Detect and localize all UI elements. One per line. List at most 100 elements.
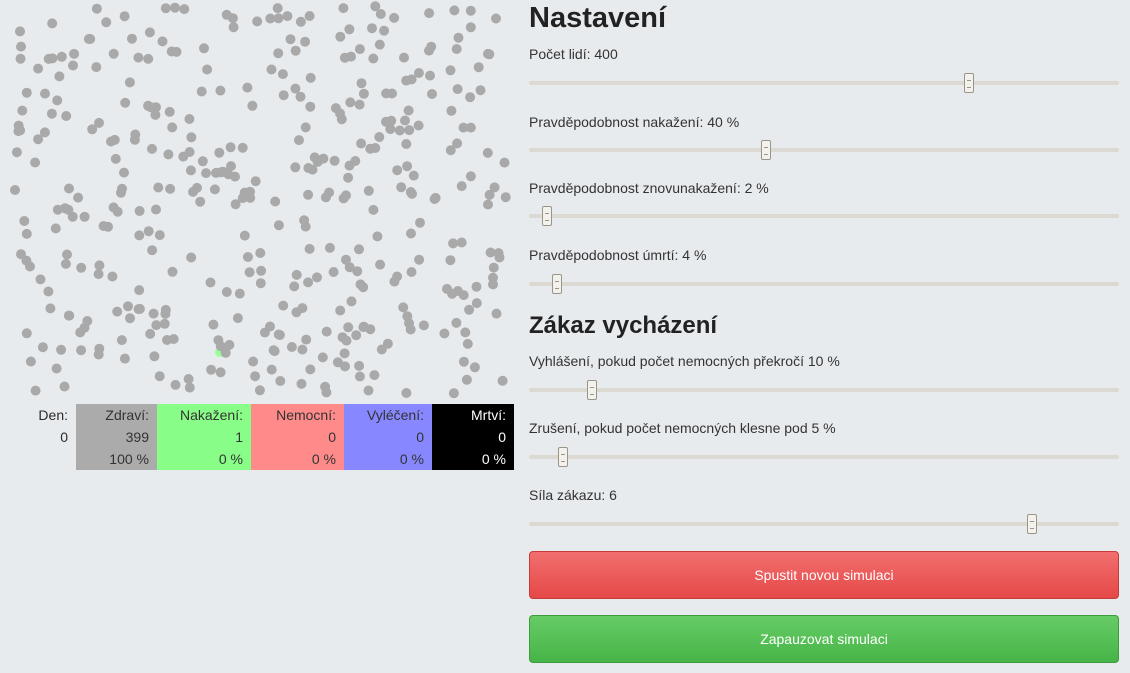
pause-simulation-button[interactable]: Zapauzovat simulaci <box>529 615 1119 663</box>
healthy-person-dot <box>339 348 350 359</box>
healthy-person-dot <box>68 60 78 71</box>
healthy-person-dot <box>123 301 133 312</box>
healthy-person-dot <box>217 166 228 177</box>
healthy-person-dot <box>232 313 243 324</box>
lockdown-start-slider-handle[interactable] <box>587 380 598 400</box>
healthy-person-dot <box>295 16 306 27</box>
healthy-person-dot <box>237 193 248 204</box>
healthy-person-dot <box>339 52 350 63</box>
lockdown-start-slider[interactable] <box>529 380 1119 400</box>
healthy-person-dot <box>389 12 400 23</box>
healthy-person-dot <box>239 230 250 241</box>
healthy-person-dot <box>405 324 416 335</box>
infection-probability-slider[interactable] <box>529 140 1119 160</box>
healthy-person-dot <box>285 34 296 45</box>
death-probability-slider-handle[interactable] <box>552 274 563 294</box>
healthy-person-dot <box>94 117 104 128</box>
healthy-person-dot <box>387 88 397 99</box>
healthy-person-dot <box>448 388 459 399</box>
healthy-person-dot <box>107 271 118 282</box>
healthy-person-dot <box>294 135 304 146</box>
healthy-person-dot <box>368 53 379 64</box>
healthy-person-dot <box>21 87 32 98</box>
population-slider[interactable] <box>529 73 1119 93</box>
healthy-person-dot <box>396 182 407 193</box>
healthy-person-dot <box>445 255 456 266</box>
healthy-person-dot <box>234 288 245 299</box>
healthy-person-dot <box>374 132 385 142</box>
healthy-person-dot <box>415 217 425 228</box>
healthy-person-dot <box>500 192 511 203</box>
healthy-person-dot <box>335 108 345 119</box>
infection-probability-slider-handle[interactable] <box>761 140 772 160</box>
healthy-person-dot <box>482 147 493 158</box>
healthy-person-dot <box>15 125 26 136</box>
healthy-person-dot <box>304 11 315 21</box>
healthy-person-dot <box>320 381 331 392</box>
healthy-person-dot <box>429 194 440 204</box>
healthy-person-dot <box>153 182 164 193</box>
healthy-person-dot <box>312 272 322 283</box>
healthy-person-dot <box>497 375 508 386</box>
healthy-person-dot <box>376 344 387 355</box>
healthy-person-dot <box>94 260 105 271</box>
reinfection-probability-slider-handle[interactable] <box>541 206 552 226</box>
healthy-person-dot <box>277 69 288 80</box>
stat-recovered-percent: 0 % <box>399 451 424 467</box>
healthy-person-dot <box>143 53 154 64</box>
lockdown-end-slider[interactable] <box>529 447 1119 467</box>
healthy-person-dot <box>300 122 311 133</box>
lockdown-strength-slider[interactable] <box>529 514 1119 534</box>
healthy-person-dot <box>324 242 335 253</box>
healthy-person-dot <box>358 88 369 99</box>
healthy-person-dot <box>134 230 145 241</box>
healthy-person-dot <box>273 220 284 231</box>
stat-recovered-label: Vyléčení: <box>366 407 424 423</box>
lockdown-end-slider-handle[interactable] <box>558 447 569 467</box>
start-new-simulation-button[interactable]: Spustit novou simulaci <box>529 551 1119 599</box>
healthy-person-dot <box>43 286 54 297</box>
healthy-person-dot <box>458 356 469 367</box>
healthy-person-dot <box>266 64 277 75</box>
lockdown-strength-slider-handle[interactable] <box>1026 514 1037 534</box>
healthy-person-dot <box>404 125 415 136</box>
reinfection-probability-slider[interactable] <box>529 206 1119 226</box>
stat-sick: Nemocní: 0 0 % <box>251 404 344 470</box>
healthy-person-dot <box>248 356 259 367</box>
healthy-person-dot <box>199 43 209 54</box>
healthy-person-dot <box>201 168 211 179</box>
healthy-person-dot <box>151 204 161 215</box>
healthy-person-dot <box>278 300 289 311</box>
healthy-person-dot <box>394 125 405 136</box>
healthy-person-dot <box>465 5 476 16</box>
death-probability-slider[interactable] <box>529 274 1119 294</box>
healthy-person-dot <box>400 115 410 126</box>
healthy-person-dot <box>449 5 460 16</box>
healthy-person-dot <box>206 364 217 375</box>
population-slider-handle[interactable] <box>963 73 974 93</box>
healthy-person-dot <box>50 223 61 234</box>
healthy-person-dot <box>64 183 74 194</box>
healthy-person-dot <box>290 162 301 173</box>
healthy-person-dot <box>184 382 195 393</box>
healthy-person-dot <box>254 385 265 396</box>
healthy-person-dot <box>379 25 390 36</box>
healthy-person-dot <box>21 228 32 239</box>
healthy-person-dot <box>401 139 412 149</box>
healthy-person-dot <box>344 160 355 171</box>
healthy-person-dot <box>227 13 238 24</box>
healthy-person-dot <box>303 189 314 200</box>
healthy-person-dot <box>278 90 289 101</box>
healthy-person-dot <box>17 105 28 116</box>
healthy-person-dot <box>30 385 41 396</box>
healthy-person-dot <box>304 243 315 254</box>
healthy-person-dot <box>406 267 417 277</box>
healthy-person-dot <box>91 62 102 73</box>
stat-infected-percent: 0 % <box>218 451 243 467</box>
healthy-person-dot <box>54 71 65 82</box>
healthy-person-dot <box>341 254 351 265</box>
healthy-person-dot <box>215 367 226 378</box>
infection-probability-label: Pravděpodobnost nakažení: 40 % <box>529 114 740 130</box>
healthy-person-dot <box>170 379 181 390</box>
healthy-person-dot <box>256 265 267 276</box>
